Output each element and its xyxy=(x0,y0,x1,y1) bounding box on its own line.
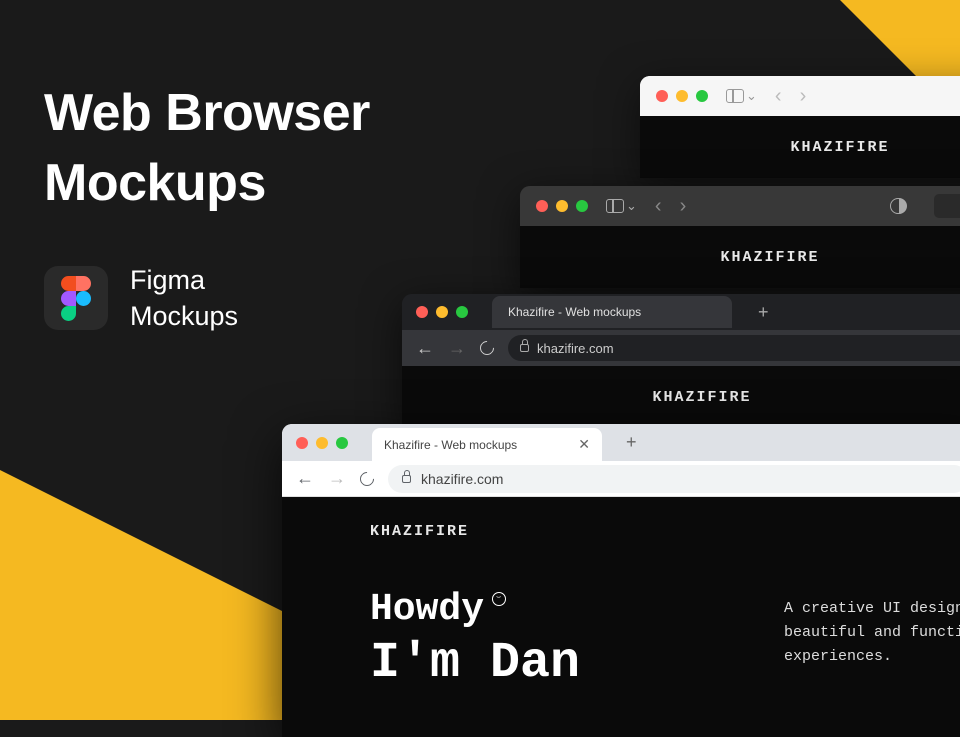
figma-icon xyxy=(44,266,108,330)
tab-bar: Khazifire - Web mockups ✕ + xyxy=(282,424,960,461)
browser-tab[interactable]: Khazifire - Web mockups ✕ xyxy=(372,428,602,461)
window-controls[interactable] xyxy=(656,90,708,102)
url-text: khazifire.com xyxy=(537,341,614,356)
forward-button[interactable]: › xyxy=(680,195,687,218)
chrome-dark-mockup: Khazifire - Web mockups + ← → khazifire.… xyxy=(402,294,960,428)
window-controls[interactable] xyxy=(536,200,588,212)
forward-button[interactable]: → xyxy=(328,468,346,489)
sidebar-toggle-button[interactable]: ⌄ xyxy=(606,198,637,214)
safari-toolbar: ⌄ ‹ › xyxy=(640,76,960,116)
chevron-down-icon: ⌄ xyxy=(626,198,637,214)
back-button[interactable]: ← xyxy=(296,468,314,489)
chrome-light-mockup: Khazifire - Web mockups ✕ + ← → khazifir… xyxy=(282,424,960,737)
back-button[interactable]: ← xyxy=(416,338,434,359)
maximize-window-icon[interactable] xyxy=(336,437,348,449)
brand-logo: KHAZIFIRE xyxy=(652,389,751,406)
new-tab-button[interactable]: + xyxy=(626,432,637,453)
forward-button[interactable]: › xyxy=(800,85,807,108)
minimize-window-icon[interactable] xyxy=(556,200,568,212)
minimize-window-icon[interactable] xyxy=(436,306,448,318)
sidebar-icon xyxy=(606,199,624,213)
lock-icon xyxy=(520,344,529,352)
back-button[interactable]: ‹ xyxy=(775,85,782,108)
lock-icon xyxy=(402,475,411,483)
sidebar-toggle-button[interactable]: ⌄ xyxy=(726,88,757,104)
maximize-window-icon[interactable] xyxy=(696,90,708,102)
window-controls[interactable] xyxy=(416,306,468,318)
brand-logo: KHAZIFIRE xyxy=(370,523,894,540)
chevron-down-icon: ⌄ xyxy=(746,88,757,104)
close-window-icon[interactable] xyxy=(536,200,548,212)
forward-button[interactable]: → xyxy=(448,338,466,359)
maximize-window-icon[interactable] xyxy=(456,306,468,318)
minimize-window-icon[interactable] xyxy=(676,90,688,102)
url-text: khazifire.com xyxy=(421,471,503,487)
page-header: KHAZIFIRE xyxy=(640,116,960,178)
address-bar[interactable]: khazifire.com xyxy=(388,465,960,493)
browser-tab[interactable]: Khazifire - Web mockups xyxy=(492,296,732,328)
new-tab-button[interactable]: + xyxy=(758,302,769,323)
window-controls[interactable] xyxy=(296,437,348,449)
page-title: Web Browser Mockups xyxy=(44,78,370,218)
url-toolbar: ← → khazifire.com xyxy=(282,461,960,497)
page-header: KHAZIFIRE xyxy=(520,226,960,288)
title-line-2: Mockups xyxy=(44,148,370,218)
tab-bar: Khazifire - Web mockups + xyxy=(402,294,960,330)
address-bar[interactable] xyxy=(934,194,960,218)
close-window-icon[interactable] xyxy=(416,306,428,318)
tab-title: Khazifire - Web mockups xyxy=(508,305,641,319)
minimize-window-icon[interactable] xyxy=(316,437,328,449)
tagline-text: A creative UI designer beautiful and fun… xyxy=(784,597,960,669)
reload-button[interactable] xyxy=(357,469,377,489)
safari-toolbar: ⌄ ‹ › xyxy=(520,186,960,226)
back-button[interactable]: ‹ xyxy=(655,195,662,218)
tab-title: Khazifire - Web mockups xyxy=(384,438,517,452)
close-window-icon[interactable] xyxy=(656,90,668,102)
reload-button[interactable] xyxy=(477,338,497,358)
smiley-icon xyxy=(492,592,506,606)
close-window-icon[interactable] xyxy=(296,437,308,449)
figma-label: Figma Mockups xyxy=(130,262,238,335)
page-content: KHAZIFIRE Howdy I'm Dan A creative UI de… xyxy=(282,497,960,737)
maximize-window-icon[interactable] xyxy=(576,200,588,212)
close-tab-button[interactable]: ✕ xyxy=(578,436,590,453)
brand-logo: KHAZIFIRE xyxy=(790,139,889,156)
address-bar[interactable]: khazifire.com xyxy=(508,335,960,361)
url-toolbar: ← → khazifire.com xyxy=(402,330,960,366)
figma-section: Figma Mockups xyxy=(44,262,238,335)
safari-light-mockup: ⌄ ‹ › KHAZIFIRE xyxy=(640,76,960,178)
greeting-text: Howdy xyxy=(370,588,484,631)
sidebar-icon xyxy=(726,89,744,103)
privacy-shield-icon[interactable] xyxy=(890,198,906,214)
safari-dark-mockup: ⌄ ‹ › KHAZIFIRE xyxy=(520,186,960,288)
title-line-1: Web Browser xyxy=(44,78,370,148)
brand-logo: KHAZIFIRE xyxy=(720,249,819,266)
page-header: KHAZIFIRE xyxy=(402,366,960,428)
